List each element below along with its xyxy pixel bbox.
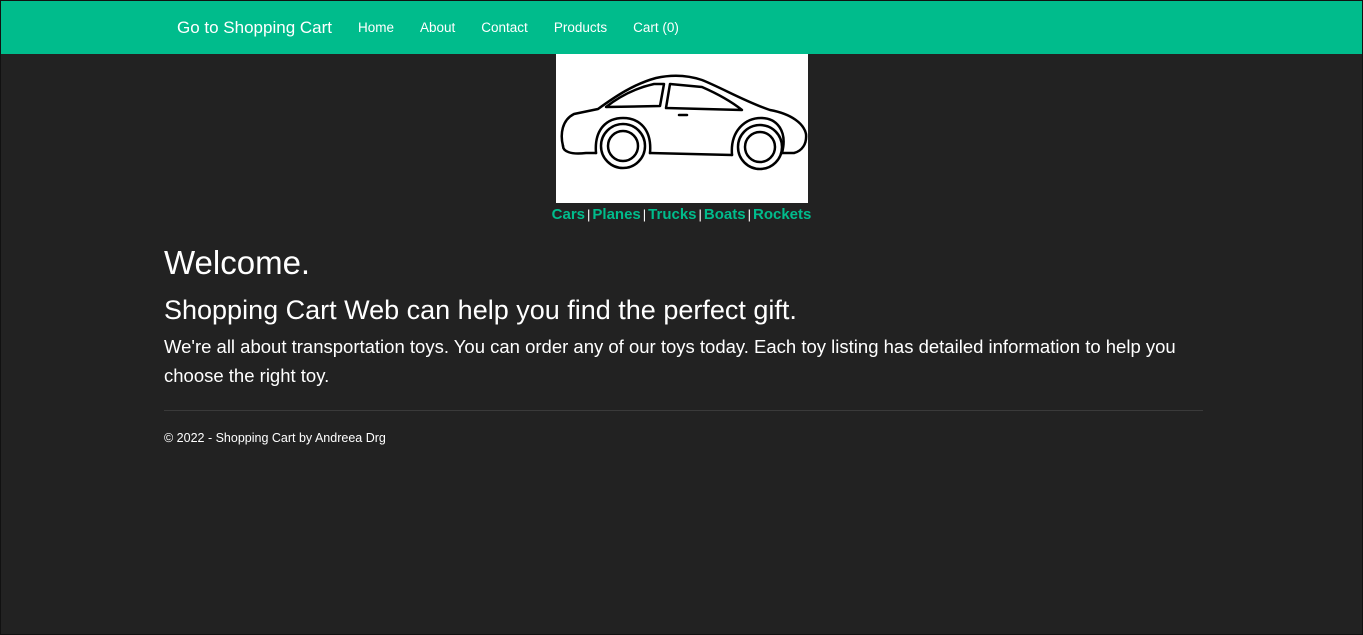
main-content: Welcome. Shopping Cart Web can help you … xyxy=(164,241,1203,445)
category-planes-link[interactable]: Planes xyxy=(592,206,640,223)
category-separator: | xyxy=(587,207,591,222)
divider xyxy=(164,410,1203,411)
car-outline-icon xyxy=(560,74,807,171)
nav-products-link[interactable]: Products xyxy=(554,20,607,35)
nav-contact-link[interactable]: Contact xyxy=(481,20,528,35)
hero: Cars | Planes | Trucks | Boats | Rockets xyxy=(1,54,1362,223)
nav-cart-link[interactable]: Cart (0) xyxy=(633,20,679,35)
category-trucks-link[interactable]: Trucks xyxy=(648,206,696,223)
brand-link[interactable]: Go to Shopping Cart xyxy=(177,18,332,38)
category-boats-link[interactable]: Boats xyxy=(704,206,746,223)
welcome-heading: Welcome. xyxy=(164,244,311,281)
subtitle-heading: Shopping Cart Web can help you find the … xyxy=(164,295,797,325)
banner-image xyxy=(555,54,808,203)
category-links: Cars | Planes | Trucks | Boats | Rockets xyxy=(552,206,812,223)
footer-text: © 2022 - Shopping Cart by Andreea Drg xyxy=(164,431,386,445)
category-cars-link[interactable]: Cars xyxy=(552,206,585,223)
category-separator: | xyxy=(747,207,751,222)
nav-about-link[interactable]: About xyxy=(420,20,455,35)
page: Go to Shopping Cart Home About Contact P… xyxy=(0,0,1363,635)
lead-paragraph: We're all about transportation toys. You… xyxy=(164,336,1176,386)
category-separator: | xyxy=(698,207,702,222)
nav-home-link[interactable]: Home xyxy=(358,20,394,35)
category-rockets-link[interactable]: Rockets xyxy=(753,206,811,223)
navbar: Go to Shopping Cart Home About Contact P… xyxy=(1,1,1362,54)
category-separator: | xyxy=(642,207,647,222)
